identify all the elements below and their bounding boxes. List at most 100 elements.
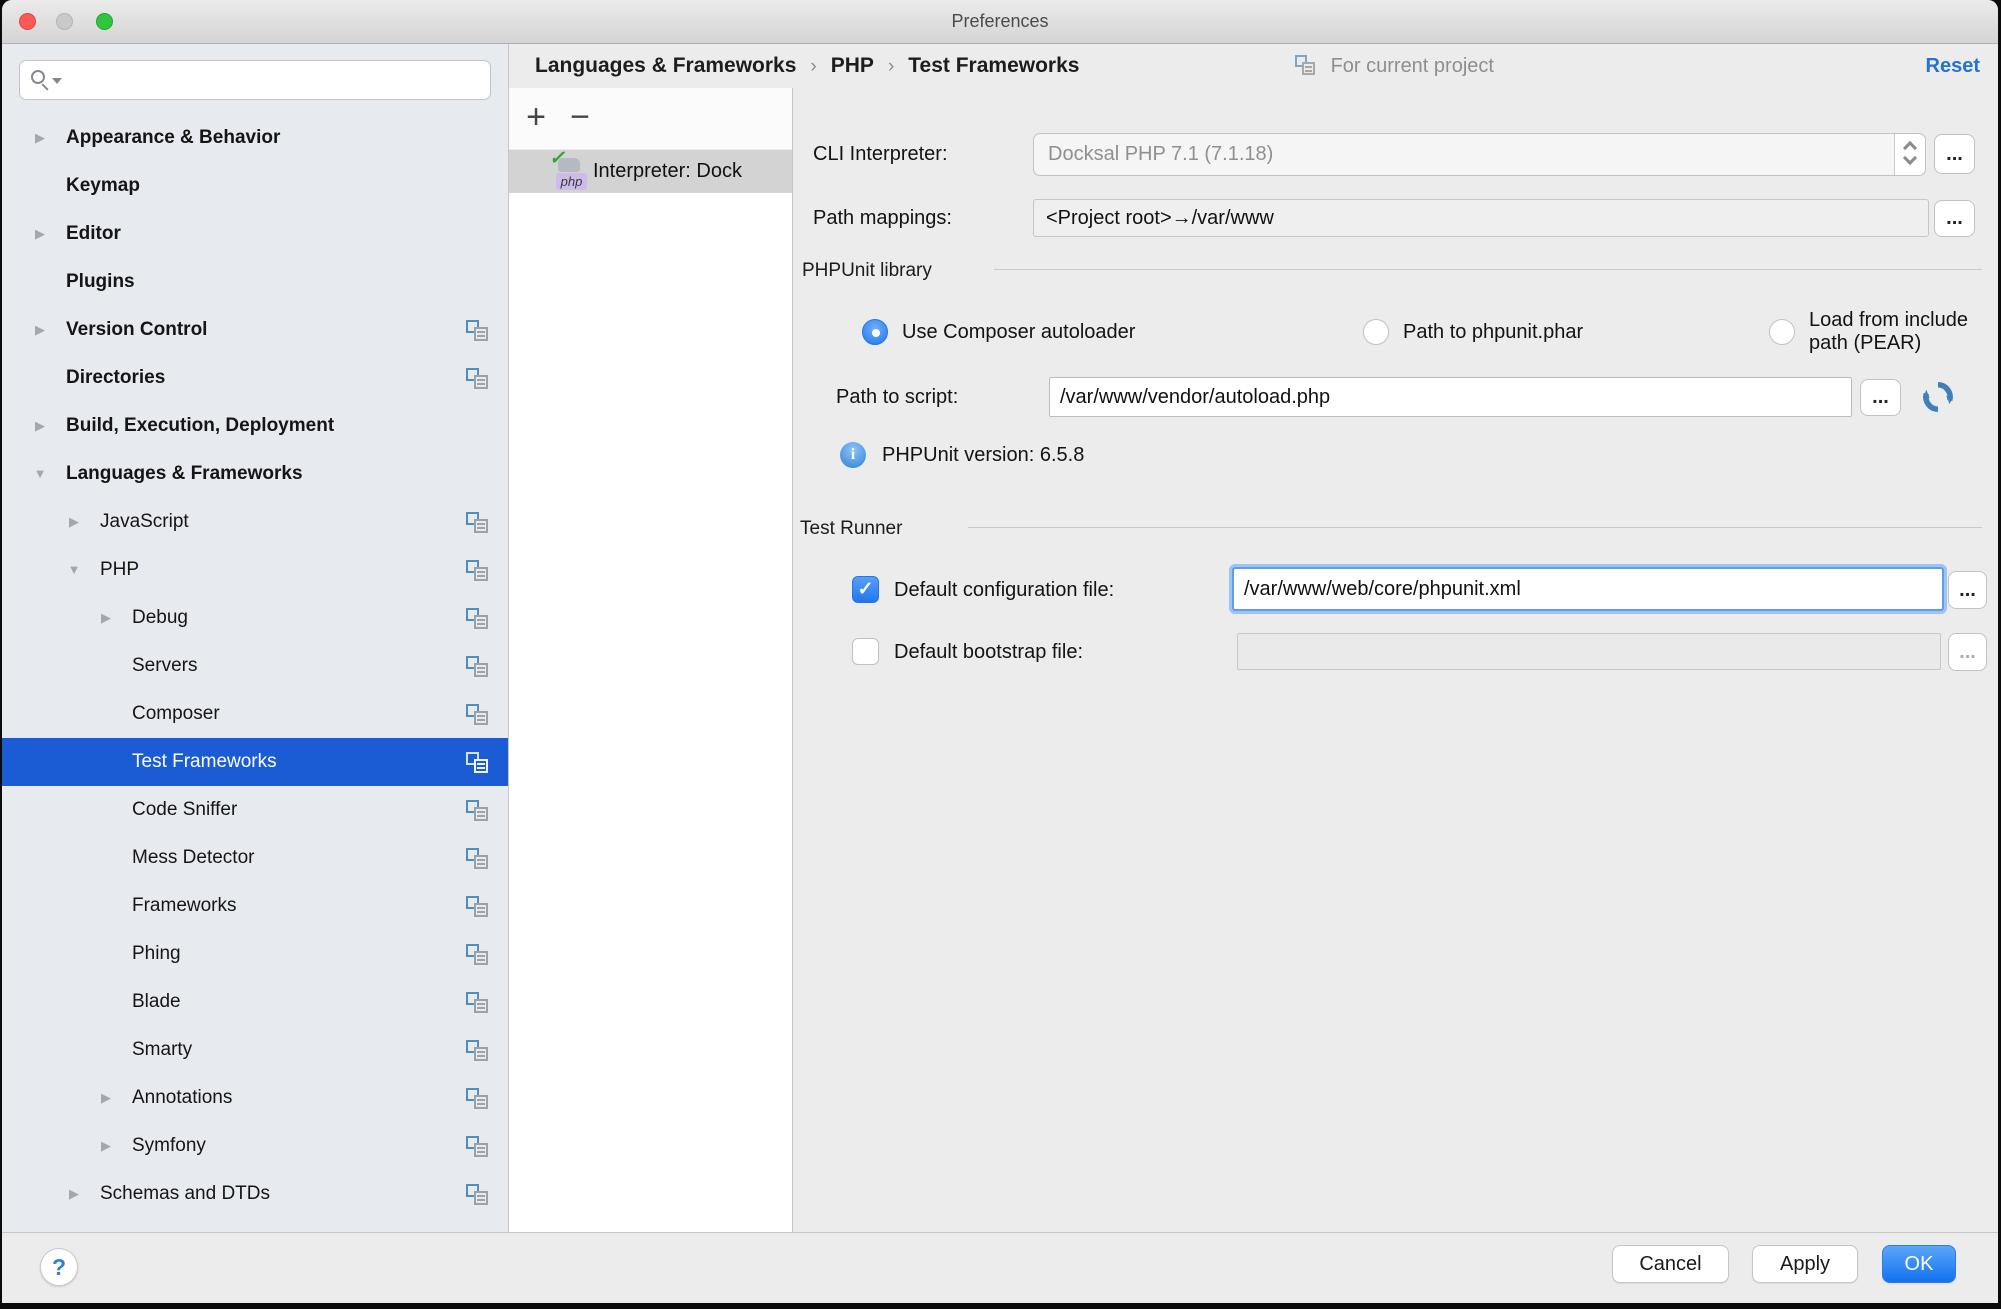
- reload-phpunit-version-icon[interactable]: [1918, 377, 1958, 417]
- interpreter-list-toolbar: + −: [509, 88, 792, 150]
- section-divider: [968, 527, 1982, 528]
- sidebar-item-servers[interactable]: Servers: [2, 642, 508, 690]
- sidebar-item-label: Appearance & Behavior: [66, 127, 280, 148]
- path-mappings-browse-button[interactable]: ...: [1934, 200, 1975, 237]
- remove-interpreter-button[interactable]: −: [563, 88, 597, 150]
- interpreter-item-label: Interpreter: Dock: [593, 160, 742, 183]
- sidebar-item-appearance-behavior[interactable]: ▶ Appearance & Behavior: [2, 114, 508, 162]
- sidebar-item-javascript[interactable]: ▶ JavaScript: [2, 498, 508, 546]
- breadcrumb-php[interactable]: PHP: [831, 54, 874, 77]
- cancel-button[interactable]: Cancel: [1612, 1245, 1729, 1283]
- settings-tree: ▶ Appearance & Behavior Keymap ▶ Editor …: [2, 114, 508, 1218]
- sidebar-item-label: Frameworks: [132, 895, 237, 916]
- ok-button[interactable]: OK: [1882, 1245, 1956, 1283]
- default-bootstrap-file-browse-button[interactable]: ...: [1948, 633, 1987, 671]
- path-to-script-input[interactable]: [1049, 377, 1852, 417]
- tree-toggle-icon[interactable]: ▼: [64, 546, 84, 594]
- radio-load-from-include-path-pear[interactable]: Load from include path (PEAR): [1769, 316, 1998, 348]
- default-bootstrap-file-checkbox[interactable]: [852, 638, 879, 665]
- add-interpreter-button[interactable]: +: [519, 88, 553, 150]
- tree-toggle-icon[interactable]: ▼: [30, 450, 50, 498]
- tree-toggle-icon[interactable]: ▶: [96, 594, 116, 642]
- sidebar-item-label: Schemas and DTDs: [100, 1183, 270, 1204]
- path-mappings-label: Path mappings:: [813, 199, 952, 237]
- sidebar-item-version-control[interactable]: ▶ Version Control: [2, 306, 508, 354]
- sidebar-item-blade[interactable]: Blade: [2, 978, 508, 1026]
- interpreter-list-item[interactable]: ✓ php Interpreter: Dock: [509, 150, 792, 193]
- per-project-icon: [466, 1088, 488, 1109]
- apply-button[interactable]: Apply: [1752, 1245, 1858, 1283]
- per-project-icon: [466, 560, 488, 581]
- sidebar-item-label: Smarty: [132, 1039, 192, 1060]
- per-project-icon: [466, 896, 488, 917]
- help-button[interactable]: ?: [40, 1248, 78, 1286]
- per-project-icon: [466, 320, 488, 341]
- sidebar-item-label: Blade: [132, 991, 181, 1012]
- default-configuration-file-input[interactable]: [1232, 567, 1944, 611]
- default-configuration-file-browse-button[interactable]: ...: [1948, 571, 1987, 609]
- reset-link[interactable]: Reset: [1926, 44, 1980, 88]
- tree-toggle-icon[interactable]: ▶: [30, 402, 50, 450]
- search-input[interactable]: [68, 63, 478, 97]
- per-project-icon: [466, 1136, 488, 1157]
- sidebar-item-label: Annotations: [132, 1087, 232, 1108]
- per-project-icon: [466, 608, 488, 629]
- sidebar-item-label: Keymap: [66, 175, 140, 196]
- path-to-script-browse-button[interactable]: ...: [1860, 379, 1901, 416]
- php-interpreter-icon: ✓ php: [547, 152, 587, 192]
- sidebar-item-debug[interactable]: ▶ Debug: [2, 594, 508, 642]
- tree-toggle-icon[interactable]: ▶: [30, 114, 50, 162]
- default-bootstrap-file-label: Default bootstrap file:: [894, 637, 1083, 667]
- radio-label: Use Composer autoloader: [902, 321, 1135, 344]
- breadcrumb-languages-frameworks[interactable]: Languages & Frameworks: [535, 54, 796, 77]
- sidebar-item-frameworks[interactable]: Frameworks: [2, 882, 508, 930]
- cli-interpreter-browse-button[interactable]: ...: [1934, 134, 1975, 174]
- sidebar-item-label: Directories: [66, 367, 165, 388]
- sidebar-item-label: Mess Detector: [132, 847, 254, 868]
- per-project-icon: [466, 992, 488, 1013]
- sidebar-item-phing[interactable]: Phing: [2, 930, 508, 978]
- sidebar-item-php[interactable]: ▼ PHP: [2, 546, 508, 594]
- settings-search-box[interactable]: [19, 60, 491, 100]
- sidebar-item-build-execution-deployment[interactable]: ▶ Build, Execution, Deployment: [2, 402, 508, 450]
- sidebar-item-label: Phing: [132, 943, 181, 964]
- tree-toggle-icon[interactable]: ▶: [64, 498, 84, 546]
- tree-toggle-icon[interactable]: ▶: [96, 1122, 116, 1170]
- radio-path-to-phpunit-phar[interactable]: Path to phpunit.phar: [1363, 316, 1583, 348]
- sidebar-item-composer[interactable]: Composer: [2, 690, 508, 738]
- radio-label: Path to phpunit.phar: [1403, 321, 1583, 344]
- sidebar-item-annotations[interactable]: ▶ Annotations: [2, 1074, 508, 1122]
- sidebar-item-label: Symfony: [132, 1135, 206, 1156]
- tree-toggle-icon[interactable]: ▶: [30, 306, 50, 354]
- sidebar-item-editor[interactable]: ▶ Editor: [2, 210, 508, 258]
- sidebar-item-directories[interactable]: Directories: [2, 354, 508, 402]
- per-project-icon: [466, 656, 488, 677]
- preferences-window: Preferences ▶ Appearance & Behavior Keym…: [2, 0, 1998, 1303]
- sidebar-item-smarty[interactable]: Smarty: [2, 1026, 508, 1074]
- cli-interpreter-label: CLI Interpreter:: [813, 133, 948, 176]
- dialog-footer: ? Cancel Apply OK: [2, 1232, 1998, 1303]
- sidebar-item-plugins[interactable]: Plugins: [2, 258, 508, 306]
- current-project-icon: [1295, 55, 1315, 75]
- sidebar-item-keymap[interactable]: Keymap: [2, 162, 508, 210]
- per-project-icon: [466, 704, 488, 725]
- sidebar-item-code-sniffer[interactable]: Code Sniffer: [2, 786, 508, 834]
- cli-interpreter-select[interactable]: Docksal PHP 7.1 (7.1.18): [1033, 133, 1926, 176]
- sidebar-item-languages-frameworks[interactable]: ▼ Languages & Frameworks: [2, 450, 508, 498]
- radio-use-composer-autoloader[interactable]: Use Composer autoloader: [862, 316, 1135, 348]
- breadcrumb-test-frameworks[interactable]: Test Frameworks: [908, 54, 1079, 77]
- tree-toggle-icon[interactable]: ▶: [96, 1074, 116, 1122]
- sidebar-item-label: Debug: [132, 607, 188, 628]
- title-bar: Preferences: [2, 0, 1998, 44]
- sidebar-item-test-frameworks[interactable]: Test Frameworks: [2, 738, 508, 786]
- tree-toggle-icon[interactable]: ▶: [30, 210, 50, 258]
- sidebar-item-schemas-and-dtds[interactable]: ▶ Schemas and DTDs: [2, 1170, 508, 1218]
- default-configuration-file-checkbox[interactable]: ✓: [852, 576, 879, 603]
- per-project-icon: [466, 944, 488, 965]
- sidebar-item-mess-detector[interactable]: Mess Detector: [2, 834, 508, 882]
- sidebar-item-label: Code Sniffer: [132, 799, 237, 820]
- stepper-icon[interactable]: [1894, 134, 1925, 175]
- phpunit-version-note: PHPUnit version: 6.5.8: [882, 442, 1084, 468]
- sidebar-item-symfony[interactable]: ▶ Symfony: [2, 1122, 508, 1170]
- tree-toggle-icon[interactable]: ▶: [64, 1170, 84, 1218]
